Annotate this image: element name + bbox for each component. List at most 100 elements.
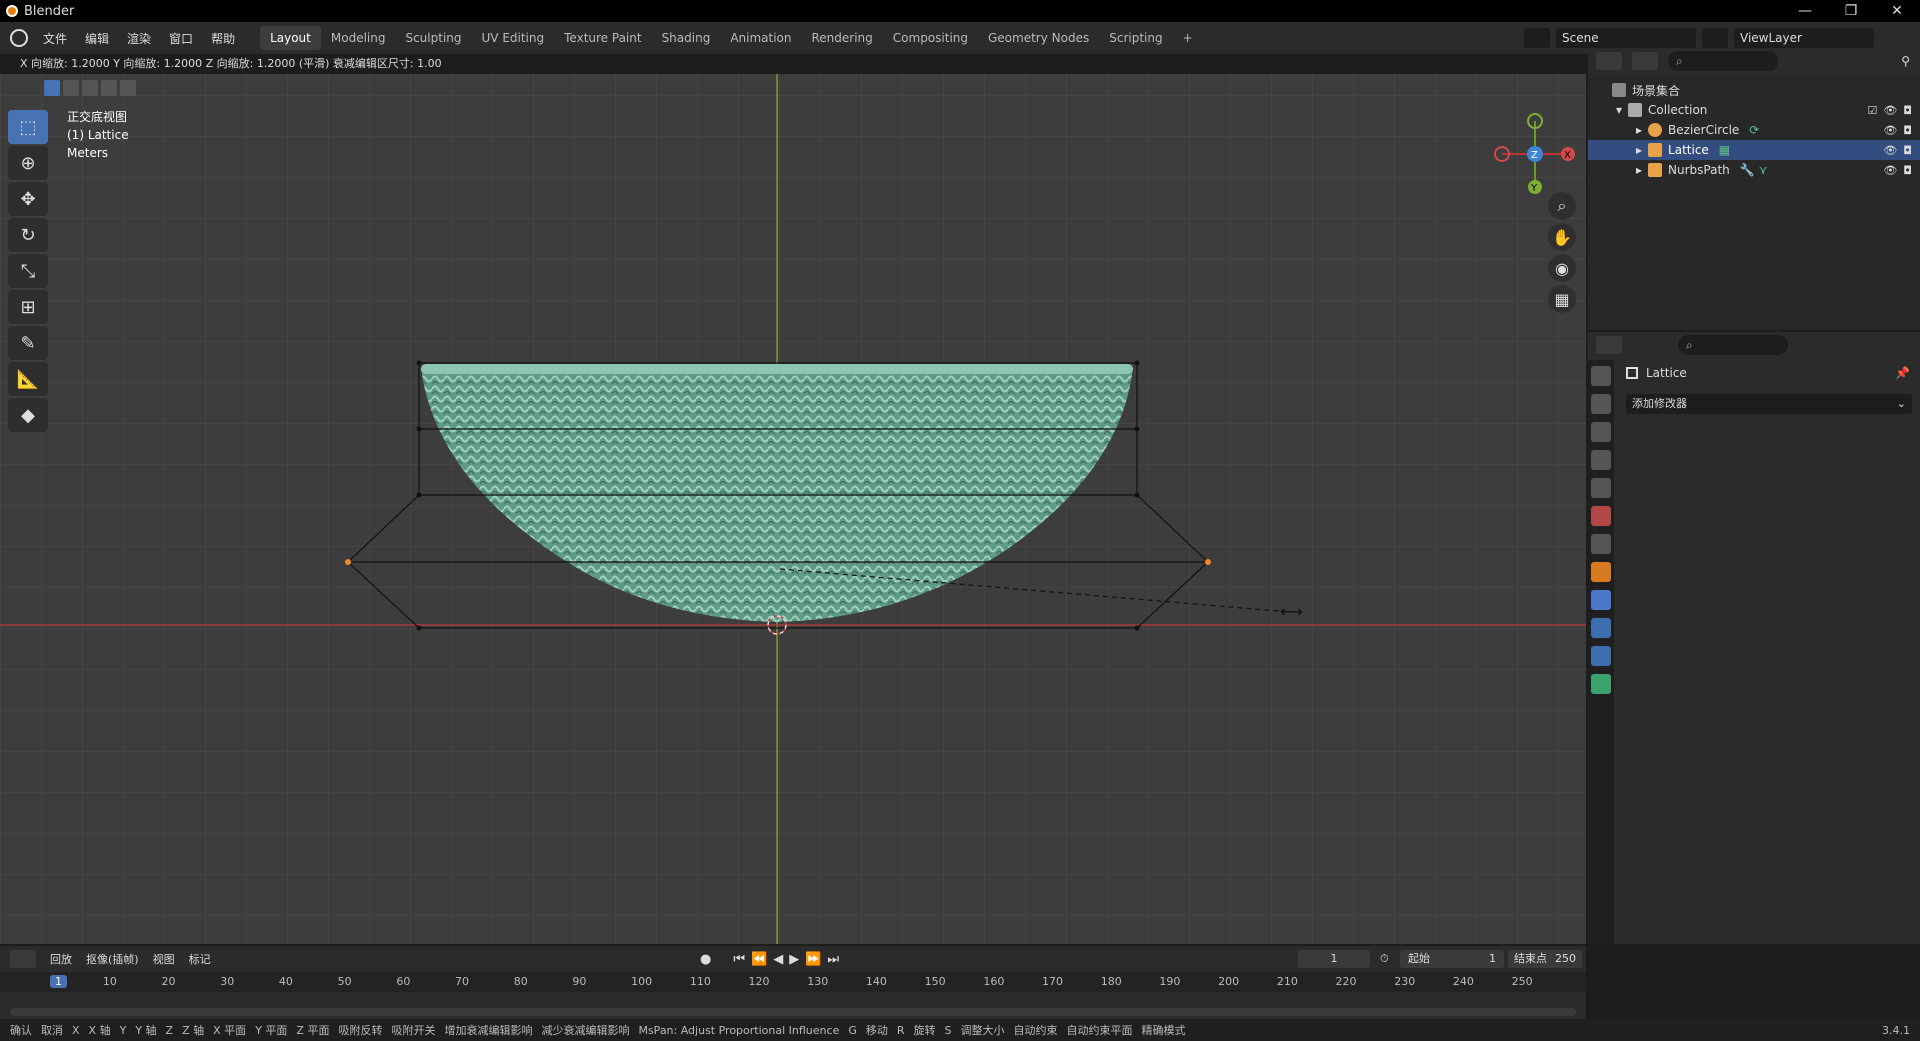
viewlayer-field[interactable]: ViewLayer	[1734, 28, 1874, 48]
world-tab-icon[interactable]	[1591, 506, 1611, 526]
blender-menu-icon[interactable]	[10, 29, 28, 47]
pin-icon[interactable]: 📌	[1895, 366, 1910, 380]
outliner-item-nurbspath[interactable]: ▸ NurbsPath 🔧 ⋎ 👁 ◘	[1588, 160, 1920, 180]
expand-arrow-icon[interactable]: ▸	[1636, 143, 1642, 157]
annotate-tool-icon[interactable]: ✎	[8, 326, 48, 360]
transform-tool-icon[interactable]: ⊞	[8, 290, 48, 324]
checkbox-icon[interactable]: ☑	[1867, 104, 1877, 117]
tab-modeling[interactable]: Modeling	[321, 26, 396, 50]
scene-selector-icon[interactable]	[1524, 28, 1550, 48]
pan-hand-icon[interactable]: ✋	[1548, 223, 1576, 251]
jump-start-icon[interactable]: ⏮	[733, 952, 745, 967]
scene-tab-icon[interactable]	[1591, 478, 1611, 498]
render-camera-icon[interactable]: ◘	[1903, 164, 1912, 177]
properties-search-input[interactable]: ⌕	[1678, 335, 1788, 355]
measure-tool-icon[interactable]: 📐	[8, 362, 48, 396]
camera-view-icon[interactable]: ◉	[1548, 254, 1576, 282]
add-modifier-dropdown[interactable]: 添加修改器 ⌄	[1626, 394, 1912, 414]
jump-end-icon[interactable]: ⏭	[827, 952, 839, 967]
outliner-search-input[interactable]: ⌕	[1668, 51, 1778, 71]
end-frame-field[interactable]: 结束点 250	[1508, 950, 1582, 968]
add-workspace-button[interactable]: +	[1173, 26, 1203, 50]
visibility-eye-icon[interactable]: 👁	[1883, 144, 1897, 157]
select-extend-icon[interactable]	[63, 80, 79, 96]
expand-arrow-icon[interactable]: ▾	[1616, 103, 1622, 117]
render-camera-icon[interactable]: ◘	[1903, 104, 1912, 117]
viewlayer-selector-icon[interactable]	[1702, 28, 1728, 48]
navigation-gizmo[interactable]: Z X Y	[1490, 109, 1580, 199]
visibility-eye-icon[interactable]: 👁	[1883, 104, 1897, 117]
tab-animation[interactable]: Animation	[720, 26, 801, 50]
tab-layout[interactable]: Layout	[260, 26, 321, 50]
ortho-grid-icon[interactable]: ▦	[1548, 285, 1576, 313]
view-menu[interactable]: 视图	[153, 951, 175, 967]
expand-arrow-icon[interactable]: ▸	[1636, 123, 1642, 137]
object-tab-icon[interactable]	[1591, 562, 1611, 582]
next-keyframe-icon[interactable]: ⏩	[805, 952, 821, 967]
close-button[interactable]: ✕	[1874, 0, 1920, 22]
tool-tab-icon[interactable]	[1591, 366, 1611, 386]
record-icon[interactable]: ●	[700, 952, 711, 967]
select-intersect-icon[interactable]	[120, 80, 136, 96]
editor-type-icon[interactable]	[1596, 336, 1622, 354]
collection-tab-icon[interactable]	[1591, 534, 1611, 554]
scale-tool-icon[interactable]: ⤡	[8, 254, 48, 288]
play-icon[interactable]: ▶	[789, 952, 799, 967]
tab-sculpting[interactable]: Sculpting	[395, 26, 471, 50]
menu-file[interactable]: 文件	[34, 30, 76, 47]
playback-menu[interactable]: 回放	[50, 951, 72, 967]
play-reverse-icon[interactable]: ◀	[773, 952, 783, 967]
scene-collection-row[interactable]: 场景集合	[1588, 80, 1920, 100]
render-tab-icon[interactable]	[1591, 394, 1611, 414]
zoom-icon[interactable]: ⌕	[1548, 192, 1576, 220]
physics-tab-icon[interactable]	[1591, 618, 1611, 638]
tab-geometry-nodes[interactable]: Geometry Nodes	[978, 26, 1099, 50]
editor-type-icon[interactable]	[1596, 52, 1622, 70]
tab-rendering[interactable]: Rendering	[802, 26, 883, 50]
collection-row[interactable]: ▾ Collection ☑ 👁 ◘	[1588, 100, 1920, 120]
3d-viewport[interactable]: ⟷ 正交底视图 (1) Lattice Meters Z X Y ⌕ ✋ ◉ ▦	[0, 54, 1586, 944]
marker-menu[interactable]: 标记	[189, 951, 211, 967]
keying-menu[interactable]: 抠像(插帧)	[86, 951, 139, 967]
menu-edit[interactable]: 编辑	[76, 30, 118, 47]
minimize-button[interactable]: —	[1782, 0, 1828, 22]
cursor-tool-icon[interactable]: ⊕	[8, 146, 48, 180]
tab-texture-paint[interactable]: Texture Paint	[554, 26, 651, 50]
data-tab-icon[interactable]	[1591, 674, 1611, 694]
menu-render[interactable]: 渲染	[118, 30, 160, 47]
tab-compositing[interactable]: Compositing	[883, 26, 978, 50]
visibility-eye-icon[interactable]: 👁	[1883, 124, 1897, 137]
render-camera-icon[interactable]: ◘	[1903, 124, 1912, 137]
modifier-tab-icon[interactable]	[1591, 590, 1611, 610]
view-layer-tab-icon[interactable]	[1591, 450, 1611, 470]
select-new-icon[interactable]	[44, 80, 60, 96]
select-box-tool-icon[interactable]: ⬚	[8, 110, 48, 144]
menu-help[interactable]: 帮助	[202, 30, 244, 47]
select-subtract-icon[interactable]	[82, 80, 98, 96]
timeline-ruler[interactable]: 1 10 20 30 40 50 60 70 80 90 100 110 120 130 140 150 160…	[0, 972, 1586, 992]
filter-icon[interactable]: ⚲	[1901, 54, 1910, 68]
outliner-item-lattice[interactable]: ▸ Lattice ▦ 👁 ◘	[1588, 140, 1920, 160]
tab-uv-editing[interactable]: UV Editing	[472, 26, 555, 50]
scene-field[interactable]: Scene	[1556, 28, 1696, 48]
menu-window[interactable]: 窗口	[160, 30, 202, 47]
display-mode-icon[interactable]	[1632, 52, 1658, 70]
start-frame-field[interactable]: 起始 1	[1400, 950, 1504, 968]
add-cube-tool-icon[interactable]: ◆	[8, 398, 48, 432]
constraint-tab-icon[interactable]	[1591, 646, 1611, 666]
timeline-scrollbar[interactable]	[10, 1008, 1576, 1016]
prev-keyframe-icon[interactable]: ⏪	[751, 952, 767, 967]
current-frame-field[interactable]: 1	[1298, 950, 1370, 968]
tab-scripting[interactable]: Scripting	[1099, 26, 1172, 50]
clock-icon[interactable]: ⏱	[1380, 952, 1389, 966]
editor-type-icon[interactable]	[10, 950, 36, 968]
tab-shading[interactable]: Shading	[652, 26, 721, 50]
expand-arrow-icon[interactable]: ▸	[1636, 163, 1642, 177]
render-camera-icon[interactable]: ◘	[1903, 144, 1912, 157]
maximize-button[interactable]: ❐	[1828, 0, 1874, 22]
outliner-item-beziercircle[interactable]: ▸ BezierCircle ⟳ 👁 ◘	[1588, 120, 1920, 140]
visibility-eye-icon[interactable]: 👁	[1883, 164, 1897, 177]
select-invert-icon[interactable]	[101, 80, 117, 96]
move-tool-icon[interactable]: ✥	[8, 182, 48, 216]
rotate-tool-icon[interactable]: ↻	[8, 218, 48, 252]
